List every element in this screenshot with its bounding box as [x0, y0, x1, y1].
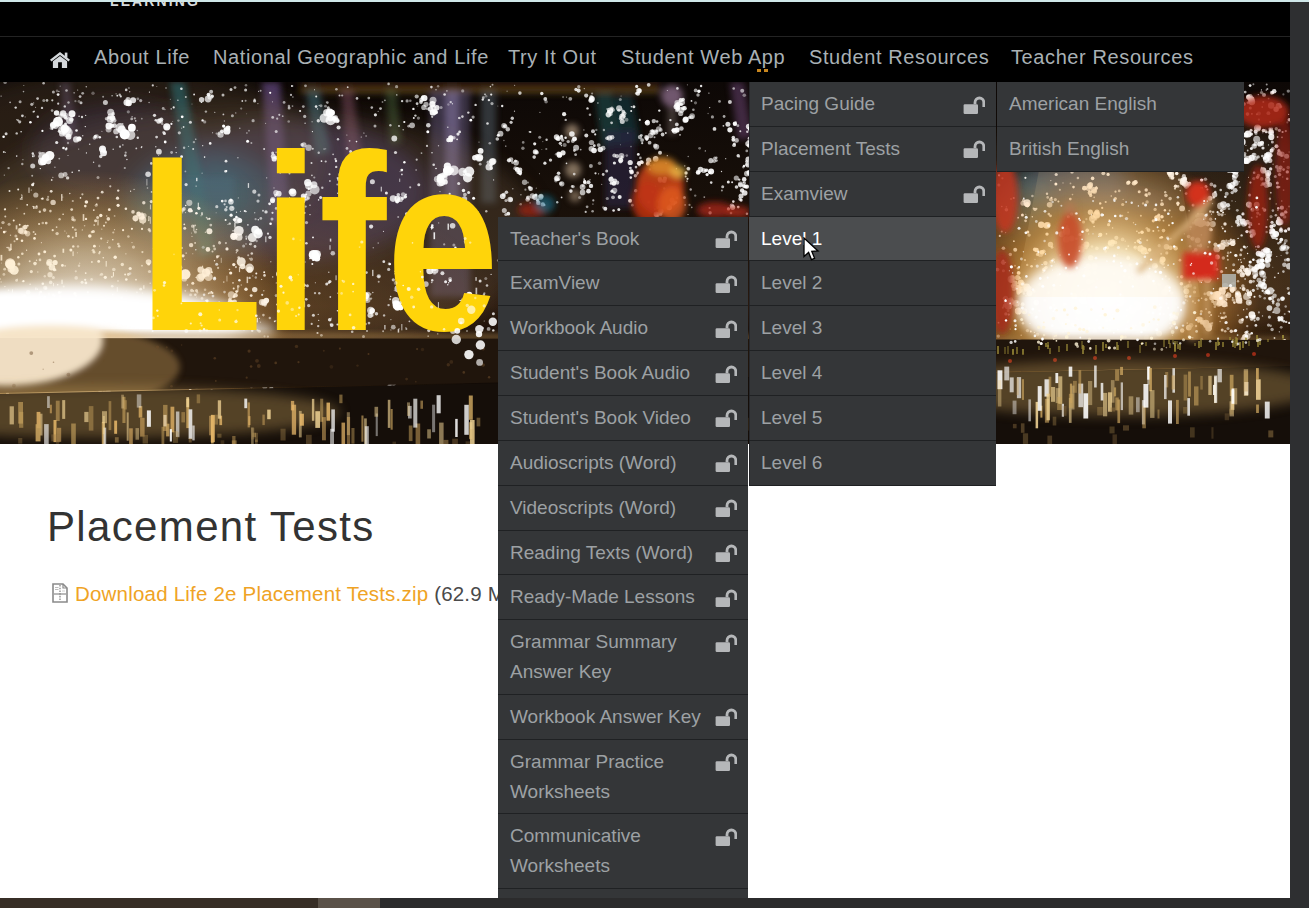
svg-text:Life: Life — [139, 103, 499, 383]
